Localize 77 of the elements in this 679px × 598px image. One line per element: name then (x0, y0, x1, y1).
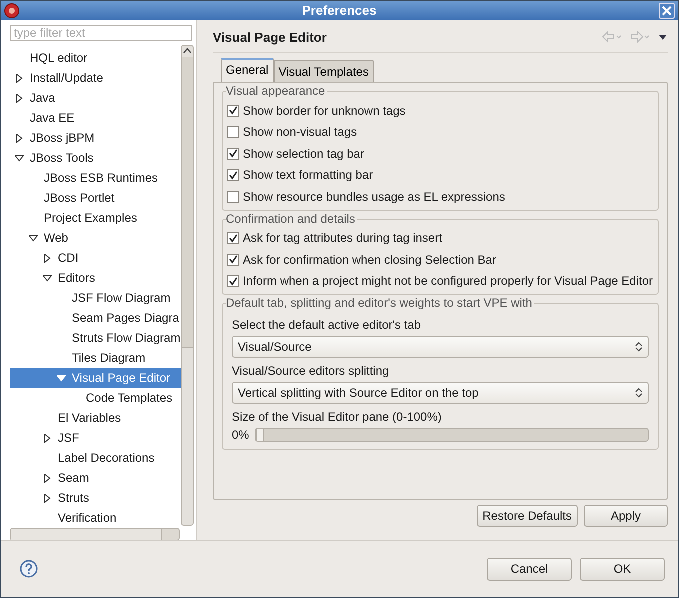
field-label: Visual/Source editors splitting (232, 364, 390, 378)
expander-icon[interactable] (43, 434, 52, 442)
group-title: Default tab, splitting and editor's weights to start VPE with (226, 296, 534, 310)
page-button[interactable]: Apply (584, 505, 668, 527)
close-button[interactable] (659, 2, 675, 18)
expander-icon[interactable] (15, 94, 24, 102)
tree-item[interactable]: HQL editor (10, 48, 181, 68)
checkbox[interactable] (227, 254, 239, 266)
app-icon (4, 2, 20, 18)
tree-item[interactable]: Struts Flow Diagram (10, 328, 181, 348)
checkbox[interactable] (227, 169, 239, 182)
checkbox-label: Ask for confirmation when closing Selection Bar (243, 252, 496, 267)
expander-icon[interactable] (29, 234, 38, 242)
tree-item[interactable]: Label Decorations (10, 448, 181, 468)
checkbox[interactable] (227, 148, 239, 160)
tree-item[interactable]: Project Examples (10, 208, 181, 228)
weight-slider[interactable] (255, 428, 649, 442)
tree-item[interactable]: Java (10, 88, 181, 108)
dialog-button[interactable]: Cancel (487, 558, 572, 580)
vertical-scrollbar[interactable] (181, 45, 194, 526)
tree-item[interactable]: JSF Flow Diagram (10, 288, 181, 308)
filter-field[interactable]: type filter text (10, 25, 192, 41)
tree-item[interactable]: JBoss jBPM (10, 128, 181, 148)
expander-icon[interactable] (43, 274, 52, 282)
checkbox-label: Inform when a project might not be configured properly for Visual Page Editor (243, 274, 654, 288)
expander-icon[interactable] (43, 494, 52, 502)
checkbox-label: Show border for unknown tags (243, 104, 406, 118)
checkbox-label: Show text formatting bar (243, 168, 374, 182)
slider-reading: 0% (232, 428, 250, 442)
checkbox[interactable] (227, 232, 239, 244)
horizontal-scrollbar[interactable] (10, 528, 180, 541)
expander-icon[interactable] (43, 254, 52, 262)
tree-item[interactable]: Code Templates (10, 388, 181, 408)
tree-item[interactable]: JBoss Tools (10, 148, 181, 168)
tree-item[interactable]: Tiles Diagram (10, 348, 181, 368)
tree-item[interactable]: Seam Pages Diagra (10, 308, 181, 328)
tree-item[interactable]: Java EE (10, 108, 181, 128)
tree-item[interactable]: Verification (10, 508, 181, 526)
group-title: Visual appearance (226, 84, 328, 98)
tree-item[interactable]: JSF (10, 428, 181, 448)
checkbox[interactable] (227, 190, 239, 203)
field-label: Size of the Visual Editor pane (0-100%) (232, 410, 443, 424)
checkbox-label: Show selection tag bar (243, 146, 364, 161)
updown-icon[interactable] (635, 388, 643, 398)
page-button[interactable]: Restore Defaults (476, 505, 578, 527)
tree-item[interactable]: Install/Update (10, 68, 181, 88)
tab[interactable]: General (221, 58, 274, 82)
group-title: Confirmation and details (226, 212, 358, 226)
tree-item[interactable]: Seam (10, 468, 181, 488)
checkbox[interactable] (227, 275, 239, 288)
tree-item[interactable]: Web (10, 228, 181, 248)
checkbox-label: Ask for tag attributes during tag insert (243, 231, 442, 246)
expander-icon[interactable] (15, 154, 24, 162)
tree-item[interactable]: Editors (10, 268, 181, 288)
tree-item[interactable]: Struts (10, 488, 181, 508)
checkbox[interactable] (227, 104, 239, 117)
window-title: Preferences (301, 3, 378, 18)
tree-item[interactable]: Visual Page Editor (10, 368, 181, 388)
dropdown[interactable]: Vertical splitting with Source Editor on the top (232, 382, 649, 404)
updown-icon[interactable] (635, 342, 643, 352)
tree-item[interactable]: CDI (10, 248, 181, 268)
tree-item[interactable]: JBoss ESB Runtimes (10, 168, 181, 188)
tree-item[interactable]: El Variables (10, 408, 181, 428)
menu-icon[interactable] (658, 33, 668, 41)
expander-icon[interactable] (43, 474, 52, 482)
checkbox[interactable] (227, 126, 239, 138)
dialog-button[interactable]: OK (580, 558, 665, 580)
expander-icon[interactable] (15, 134, 24, 142)
checkbox-label: Show non-visual tags (243, 125, 358, 140)
page-title: Visual Page Editor (213, 30, 327, 44)
tab[interactable]: Visual Templates (274, 60, 374, 82)
expander-icon[interactable] (15, 74, 24, 82)
help-icon[interactable] (20, 560, 38, 578)
dropdown[interactable]: Visual/Source (232, 336, 649, 358)
tree-item[interactable]: JBoss Portlet (10, 188, 181, 208)
field-label: Select the default active editor's tab (232, 318, 422, 332)
checkbox-label: Show resource bundles usage as EL expressions (243, 190, 506, 204)
